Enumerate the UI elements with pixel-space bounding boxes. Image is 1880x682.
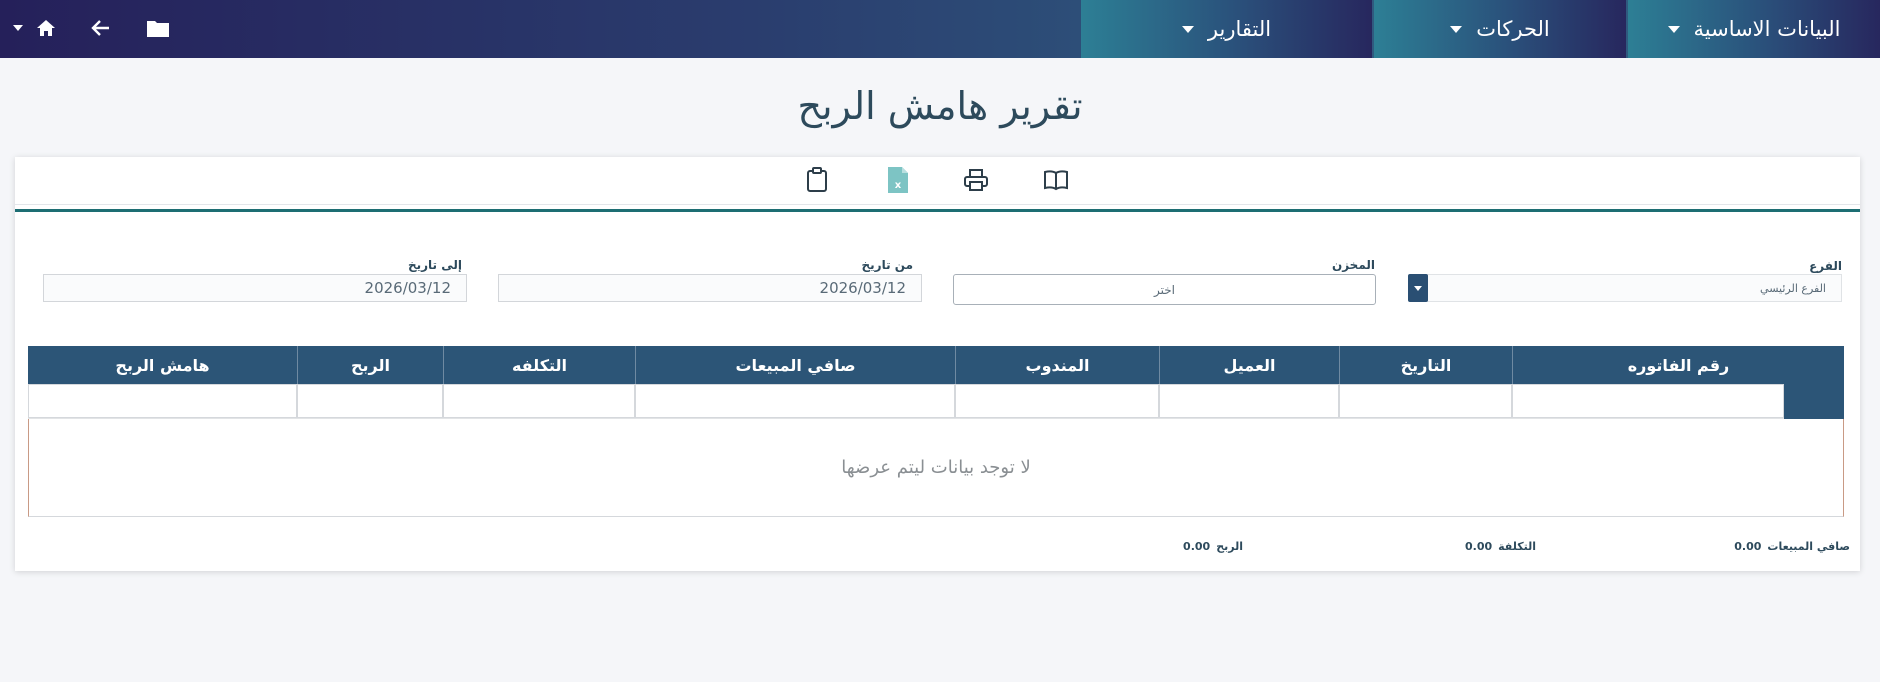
table-filter-row	[28, 384, 1844, 419]
report-card: x الفرع الفرع الرئيسي المخزن اختر من تار…	[15, 157, 1860, 571]
total-cost-label: التكلفة	[1498, 540, 1536, 553]
top-navigation-bar: البيانات الاساسية الحركات التقارير	[0, 0, 1880, 58]
total-cost: التكلفة 0.00	[1465, 540, 1536, 553]
column-date[interactable]: التاريخ	[1339, 346, 1512, 384]
total-profit: الربح 0.00	[1183, 540, 1243, 553]
menu-basic-data[interactable]: البيانات الاساسية	[1628, 0, 1880, 58]
svg-text:x: x	[895, 180, 902, 191]
report-toolbar: x	[15, 157, 1860, 205]
arrow-left-icon[interactable]	[86, 13, 116, 43]
menu-reports[interactable]: التقارير	[1081, 0, 1372, 58]
to-date-value: 2026/03/12	[364, 279, 451, 297]
filter-net-sales[interactable]	[635, 384, 955, 418]
column-net-sales[interactable]: صافي المبيعات	[635, 346, 955, 384]
column-invoice-number[interactable]: رقم الفاتوره	[1512, 346, 1844, 384]
menu-movements[interactable]: الحركات	[1374, 0, 1626, 58]
branch-dropdown-button[interactable]	[1408, 274, 1428, 302]
folder-icon[interactable]	[143, 13, 173, 43]
total-net-sales-label: صافي المبيعات	[1767, 540, 1850, 553]
page-title: تقرير هامش الربح	[797, 84, 1083, 128]
chevron-down-icon	[1450, 25, 1463, 33]
to-date-label: إلى تاريخ	[407, 258, 462, 272]
from-date-input[interactable]: 2026/03/12	[498, 274, 922, 302]
book-open-icon[interactable]	[1041, 165, 1071, 195]
filter-customer[interactable]	[1159, 384, 1339, 418]
store-label: المخزن	[1331, 258, 1375, 272]
filter-invoice-number[interactable]	[1512, 384, 1784, 418]
column-cost[interactable]: التكلفه	[443, 346, 635, 384]
total-net-sales: صافي المبيعات 0.00	[1734, 540, 1850, 553]
accent-divider	[15, 209, 1860, 212]
table-empty-message: لا توجد بيانات ليتم عرضها	[28, 419, 1844, 517]
menu-basic-data-label: البيانات الاساسية	[1693, 17, 1841, 41]
store-select-value: اختر	[1154, 282, 1175, 297]
table-header: رقم الفاتوره التاريخ العميل المندوب صافي…	[28, 346, 1844, 384]
filter-row-handle	[1784, 384, 1844, 419]
menu-movements-label: الحركات	[1476, 17, 1550, 41]
filter-cost[interactable]	[443, 384, 635, 418]
user-menu-dropdown[interactable]	[3, 13, 33, 43]
excel-file-icon[interactable]: x	[883, 165, 913, 195]
filter-profit[interactable]	[297, 384, 443, 418]
branch-select[interactable]: الفرع الرئيسي	[1427, 274, 1842, 302]
menu-reports-label: التقارير	[1207, 17, 1272, 41]
to-date-input[interactable]: 2026/03/12	[43, 274, 467, 302]
total-profit-value: 0.00	[1183, 540, 1211, 553]
column-representative[interactable]: المندوب	[955, 346, 1159, 384]
from-date-value: 2026/03/12	[819, 279, 906, 297]
store-select[interactable]: اختر	[953, 274, 1376, 305]
home-icon[interactable]	[31, 13, 61, 43]
chevron-down-icon	[1181, 25, 1194, 33]
from-date-label: من تاريخ	[861, 258, 913, 272]
total-profit-label: الربح	[1216, 540, 1243, 553]
clipboard-icon[interactable]	[802, 165, 832, 195]
filter-date[interactable]	[1339, 384, 1512, 418]
total-cost-value: 0.00	[1464, 540, 1493, 553]
chevron-down-icon	[13, 25, 23, 31]
filter-representative[interactable]	[955, 384, 1159, 418]
chevron-down-icon	[1667, 25, 1680, 33]
column-profit[interactable]: الربح	[297, 346, 443, 384]
branch-label: الفرع	[1809, 259, 1842, 273]
filter-profit-margin[interactable]	[28, 384, 297, 418]
column-profit-margin[interactable]: هامش الربح	[28, 346, 297, 384]
column-customer[interactable]: العميل	[1159, 346, 1339, 384]
branch-select-value: الفرع الرئيسي	[1760, 281, 1826, 295]
chevron-down-icon	[1414, 285, 1422, 291]
total-net-sales-value: 0.00	[1734, 540, 1762, 553]
printer-icon[interactable]	[961, 165, 991, 195]
